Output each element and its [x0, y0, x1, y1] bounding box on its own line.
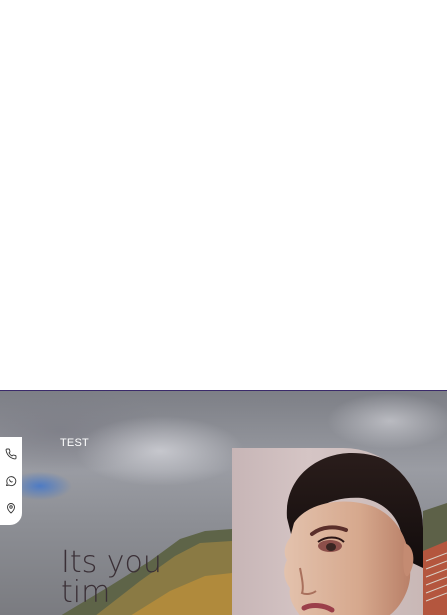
location-pin-icon[interactable]: [4, 501, 18, 515]
woman-portrait-illustration: [284, 453, 423, 615]
hero-headline-line2: tim: [61, 575, 111, 610]
contact-sidebar: [0, 437, 22, 525]
hero-headline: Its you tim: [61, 548, 261, 608]
portrait-image: [232, 448, 423, 615]
whatsapp-icon[interactable]: [4, 474, 18, 488]
hero-section: TEST Its you tim: [0, 390, 447, 615]
phone-icon[interactable]: [4, 447, 18, 461]
blank-area: [0, 0, 447, 390]
brand-label[interactable]: TEST: [60, 437, 89, 449]
